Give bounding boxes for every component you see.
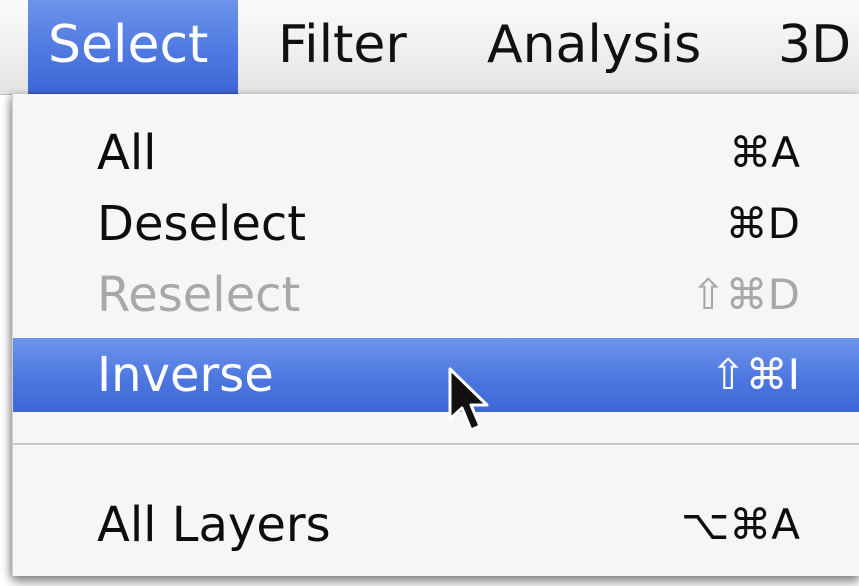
menu-item-label: Reselect bbox=[97, 267, 301, 323]
menu-item-reselect: Reselect ⇧⌘D bbox=[13, 259, 859, 331]
menu-item-all[interactable]: All ⌘A bbox=[13, 117, 859, 189]
menu-analysis[interactable]: Analysis bbox=[487, 0, 701, 94]
menu-item-shortcut: ⌘A bbox=[729, 128, 800, 177]
menu-3d[interactable]: 3D bbox=[778, 0, 851, 94]
menu-item-label: All Layers bbox=[97, 497, 331, 553]
menu-select[interactable]: Select bbox=[28, 0, 239, 94]
menu-item-label: Inverse bbox=[97, 347, 274, 403]
menu-bar: Select Filter Analysis 3D bbox=[0, 0, 859, 95]
menu-filter[interactable]: Filter bbox=[278, 0, 407, 94]
menu-separator bbox=[13, 443, 859, 446]
menu-item-label: All bbox=[97, 125, 157, 181]
menu-item-deselect[interactable]: Deselect ⌘D bbox=[13, 188, 859, 260]
menu-item-shortcut: ⇧⌘D bbox=[690, 270, 800, 319]
menu-item-shortcut: ⇧⌘I bbox=[710, 350, 800, 399]
menu-item-inverse[interactable]: Inverse ⇧⌘I bbox=[13, 338, 859, 412]
menu-item-shortcut: ⌥⌘A bbox=[680, 500, 800, 549]
menu-item-shortcut: ⌘D bbox=[725, 199, 800, 248]
select-dropdown-menu: All ⌘A Deselect ⌘D Reselect ⇧⌘D Inverse … bbox=[12, 94, 859, 576]
menu-item-label: Deselect bbox=[97, 196, 307, 252]
app-screen: Select Filter Analysis 3D All ⌘A Deselec… bbox=[0, 0, 859, 586]
menu-item-all-layers[interactable]: All Layers ⌥⌘A bbox=[13, 489, 859, 561]
arrow-cursor-icon bbox=[448, 367, 489, 432]
